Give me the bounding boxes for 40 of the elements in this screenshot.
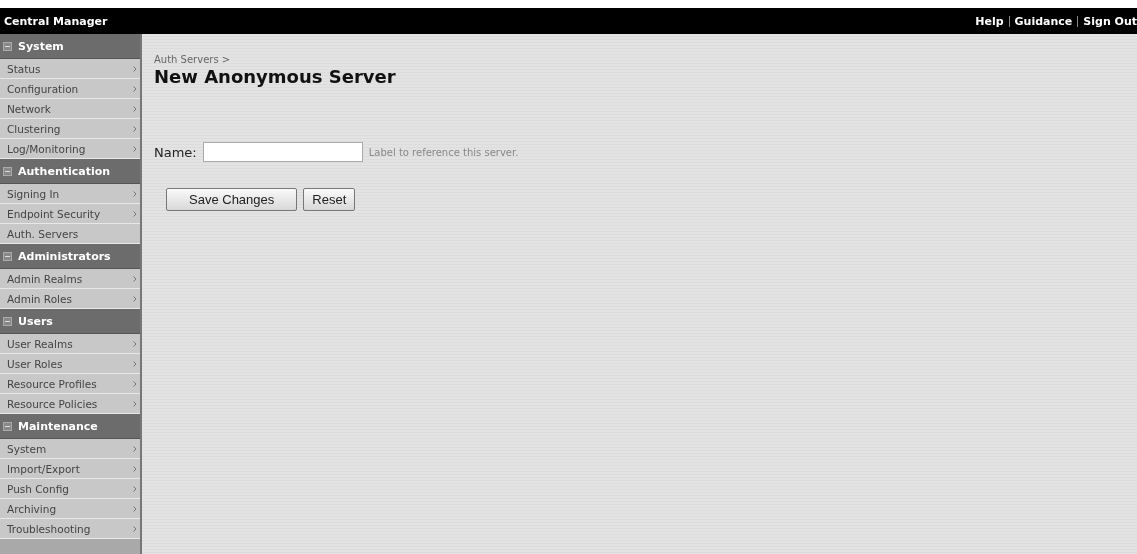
sidebar-item[interactable]: User Realms — [0, 334, 140, 354]
sidebar-item[interactable]: Admin Roles — [0, 289, 140, 309]
collapse-icon[interactable] — [3, 421, 12, 431]
header-link[interactable]: Help — [975, 14, 1004, 28]
sidebar-item[interactable]: Endpoint Security — [0, 204, 140, 224]
sidebar-group[interactable]: Maintenance — [0, 414, 140, 439]
collapse-icon[interactable] — [3, 251, 12, 261]
sidebar-item[interactable]: Resource Profiles — [0, 374, 140, 394]
collapse-icon[interactable] — [3, 41, 12, 51]
sidebar-item[interactable]: Push Config — [0, 479, 140, 499]
sidebar-item[interactable]: Network — [0, 99, 140, 119]
sidebar-item[interactable]: Import/Export — [0, 459, 140, 479]
reset-button[interactable]: Reset — [303, 188, 356, 211]
sidebar-group[interactable]: Users — [0, 309, 140, 334]
page-title: New Anonymous Server — [154, 66, 397, 87]
collapse-icon[interactable] — [3, 166, 12, 176]
sidebar-group[interactable]: System — [0, 34, 140, 59]
sidebar-group[interactable]: Authentication — [0, 159, 140, 184]
app-title: Central Manager — [4, 14, 108, 28]
sidebar-item[interactable]: Status — [0, 59, 140, 79]
field-hint: Label to reference this server. — [368, 146, 519, 158]
save-button[interactable]: Save Changes — [166, 188, 298, 211]
sidebar-group[interactable]: Administrators — [0, 244, 140, 269]
sidebar-item[interactable]: Auth. Servers — [0, 224, 140, 244]
sidebar-item[interactable]: Troubleshooting — [0, 519, 140, 539]
name-field[interactable] — [202, 142, 363, 162]
header-link[interactable]: Guidance — [1014, 14, 1073, 28]
sidebar-item[interactable]: Clustering — [0, 119, 140, 139]
sidebar-item[interactable]: System — [0, 439, 140, 459]
collapse-icon[interactable] — [3, 316, 12, 326]
header-link[interactable]: Sign Out — [1083, 14, 1137, 28]
sidebar-item[interactable]: Admin Realms — [0, 269, 140, 289]
sidebar-item[interactable]: User Roles — [0, 354, 140, 374]
sidebar-item[interactable]: Resource Policies — [0, 394, 140, 414]
sidebar-item[interactable]: Configuration — [0, 79, 140, 99]
sidebar-item[interactable]: Log/Monitoring — [0, 139, 140, 159]
field-label: Name: — [154, 144, 197, 160]
sidebar-item[interactable]: Archiving — [0, 499, 140, 519]
sidebar-item[interactable]: Signing In — [0, 184, 140, 204]
breadcrumb-link[interactable]: Auth Servers > — [154, 54, 1125, 65]
